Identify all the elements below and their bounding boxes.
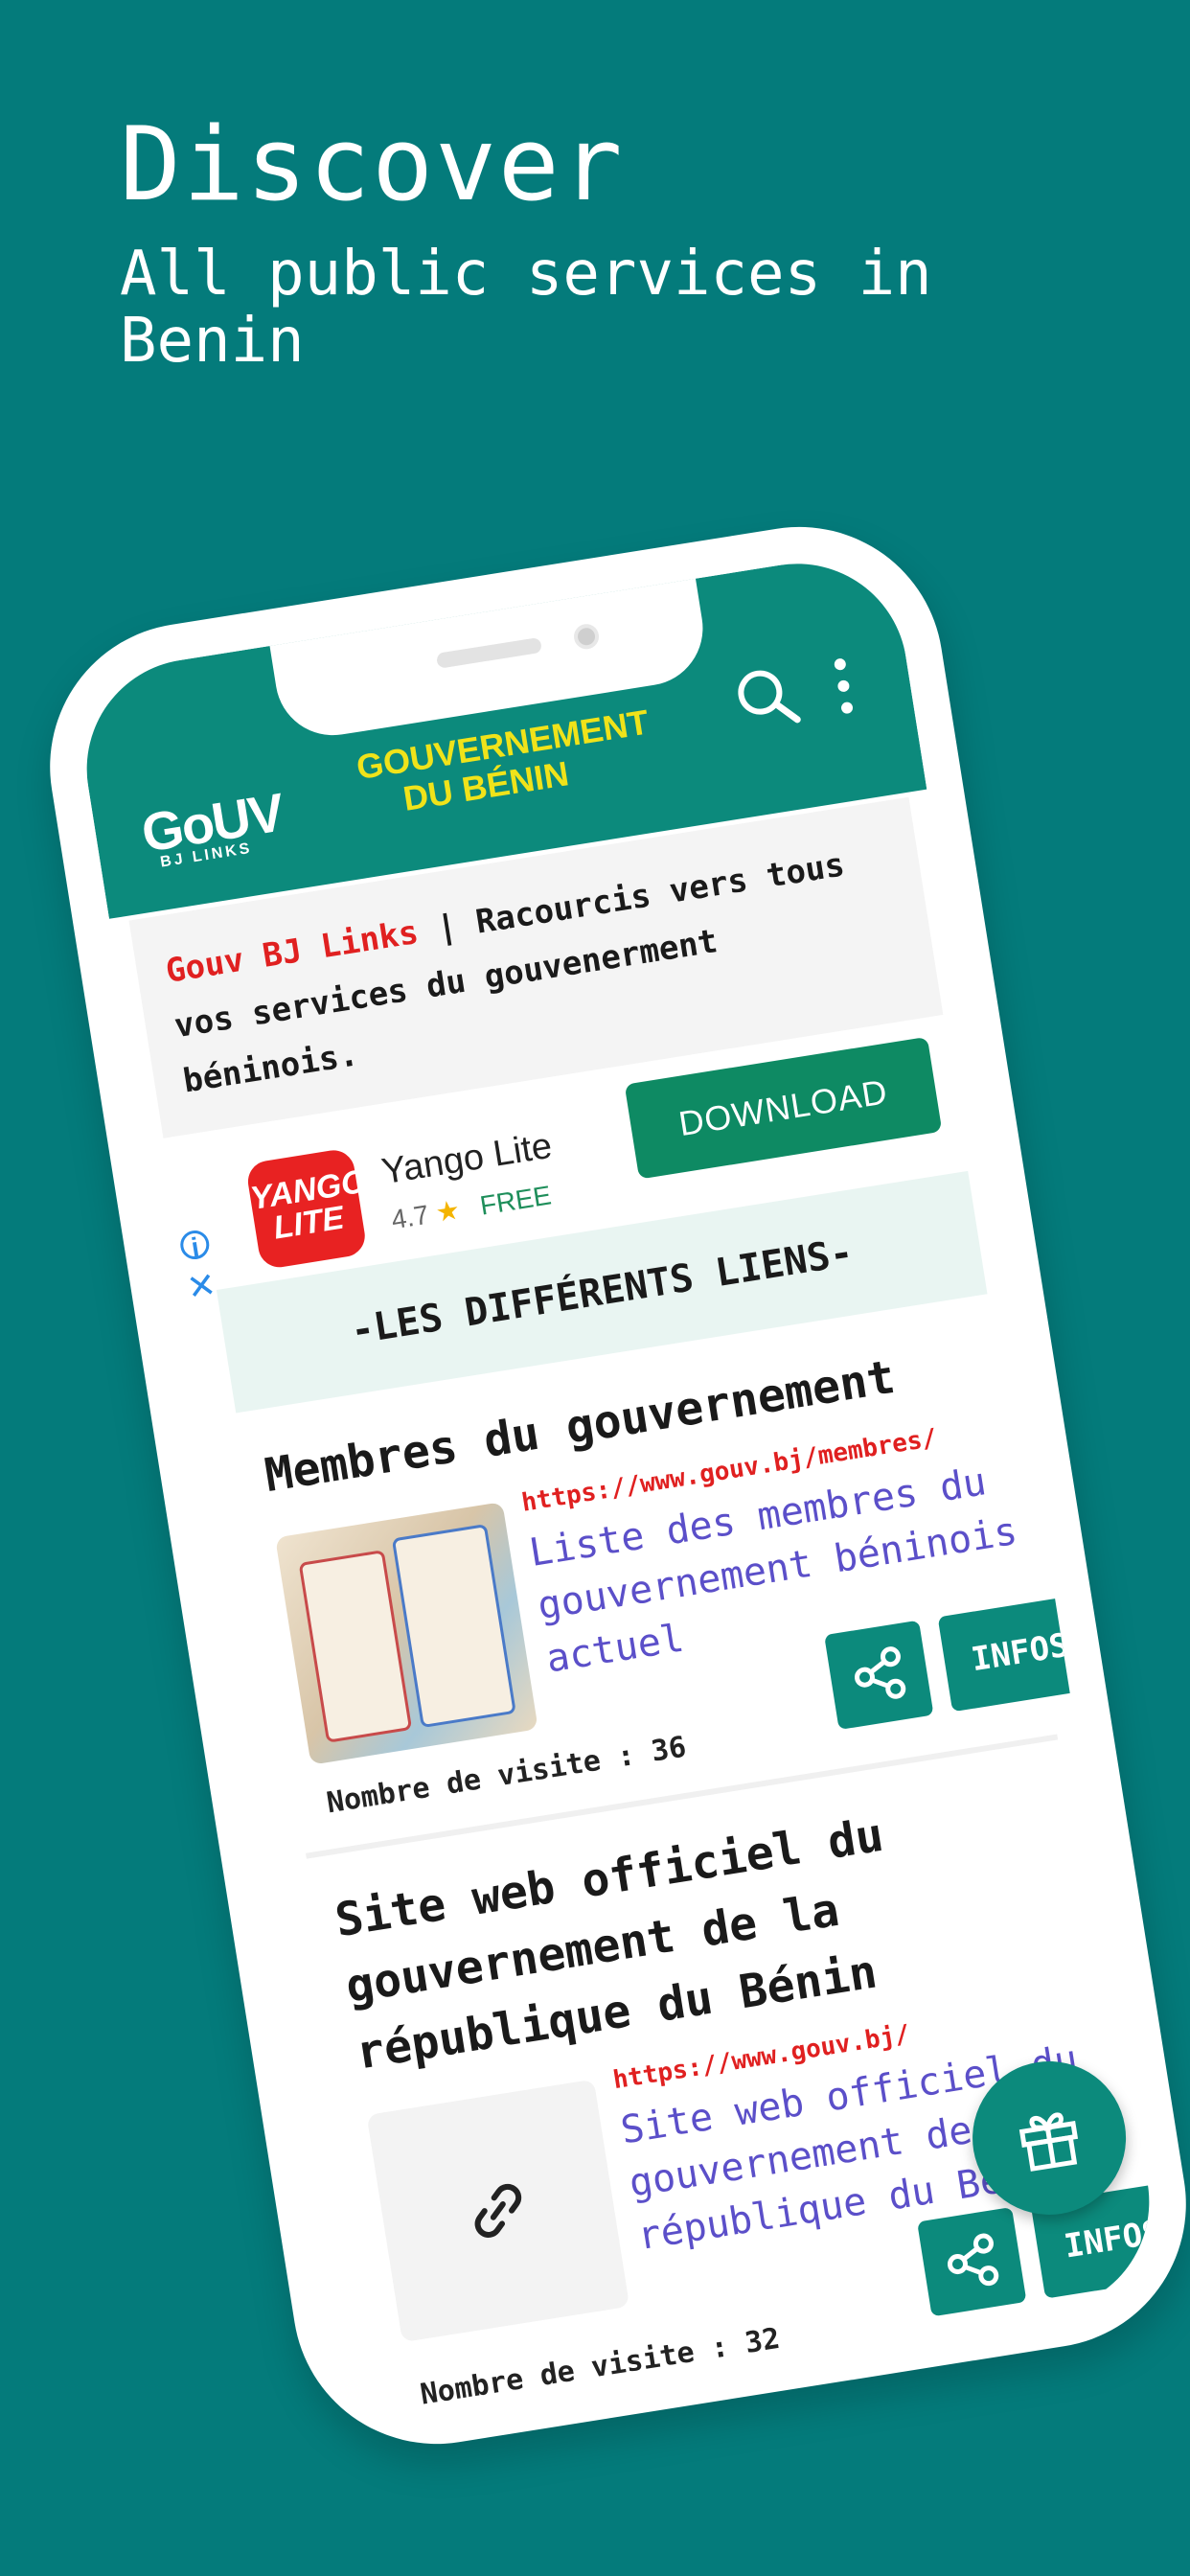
ad-price: FREE: [477, 1180, 554, 1221]
speaker-grille: [435, 636, 543, 669]
link-thumbnail[interactable]: [366, 2079, 630, 2343]
thumbnail-cup-right: [391, 1523, 516, 1729]
front-camera: [572, 622, 601, 652]
share-button[interactable]: [824, 1620, 934, 1731]
intro-separator: |: [415, 904, 480, 952]
app-screen: GoUV BJ LINKS GOUVERNEMENT DU BÉNIN Gouv…: [71, 547, 1165, 2424]
phone-mockup: GoUV BJ LINKS GOUVERNEMENT DU BÉNIN Gouv…: [29, 506, 1190, 2465]
link-thumbnail[interactable]: [275, 1502, 538, 1765]
ad-rating: 4.7: [389, 1199, 431, 1235]
gift-icon: [1018, 2112, 1079, 2172]
ad-download-button[interactable]: DOWNLOAD: [624, 1036, 943, 1180]
app-logo[interactable]: GoUV BJ LINKS: [138, 782, 288, 874]
link-icon: [474, 2183, 522, 2238]
ad-info-icon[interactable]: i: [178, 1228, 212, 1262]
more-vertical-icon[interactable]: [824, 651, 863, 722]
thumbnail-cup-left: [298, 1550, 413, 1743]
app-title: GOUVERNEMENT DU BÉNIN: [354, 702, 652, 825]
search-icon[interactable]: [729, 659, 806, 736]
star-icon: ★: [433, 1194, 463, 1229]
share-icon: [947, 2233, 999, 2287]
share-button[interactable]: [917, 2206, 1027, 2317]
ad-close-icon[interactable]: ✕: [184, 1264, 218, 1308]
share-icon: [854, 1646, 906, 1699]
visit-count: Nombre de visite : 32: [418, 2321, 783, 2412]
promo-headline-block: Discover All public services in Benin: [120, 105, 982, 375]
yango-app-icon[interactable]: YANGO LITE: [244, 1147, 369, 1271]
promo-subline: All public services in Benin: [120, 239, 932, 377]
promo-headline: Discover: [120, 105, 625, 223]
